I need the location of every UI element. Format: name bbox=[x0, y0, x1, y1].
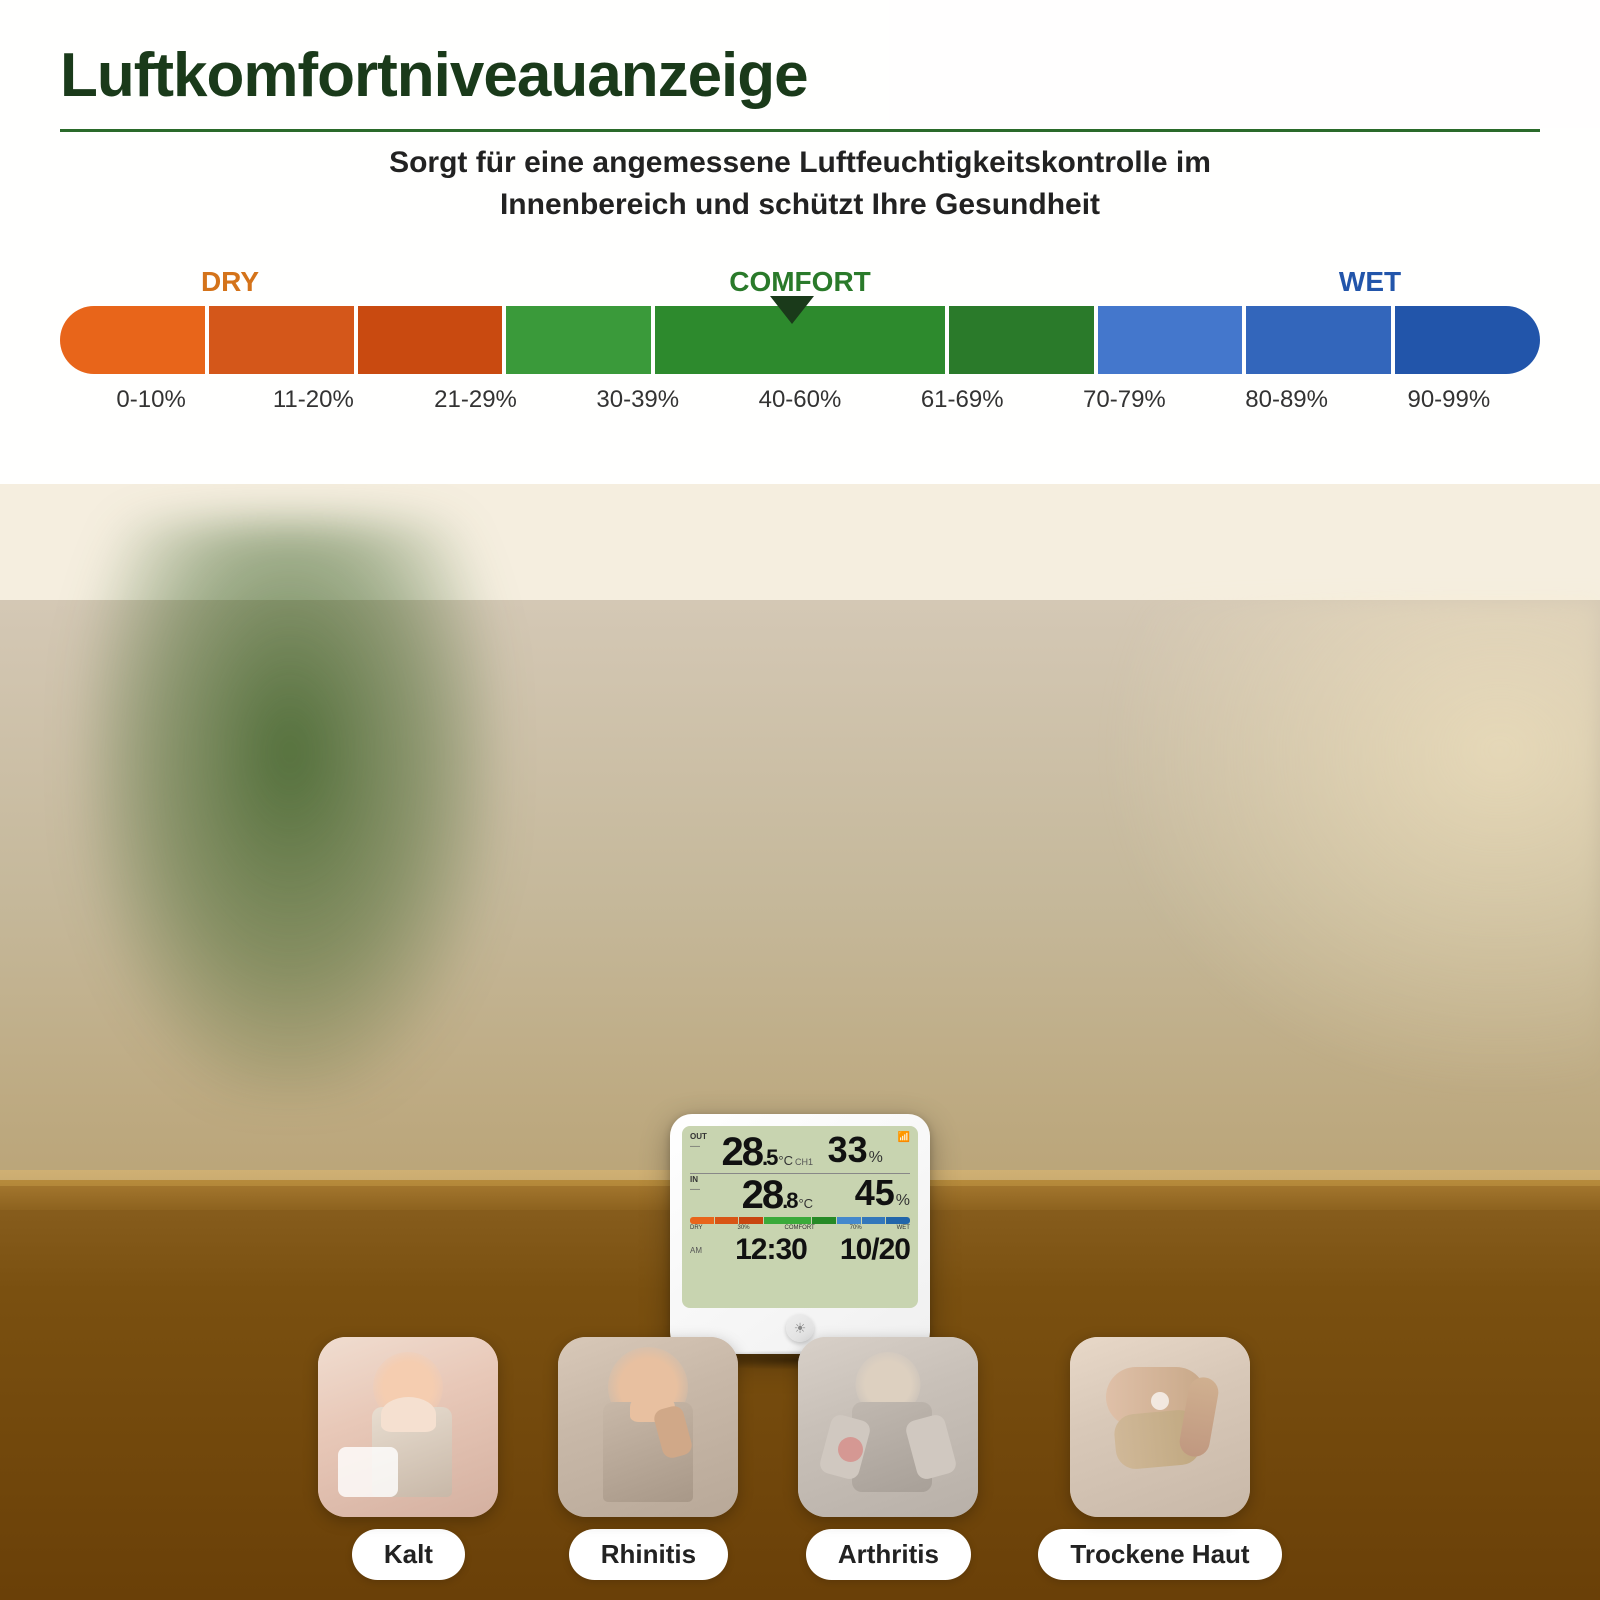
pct-90-99: 90-99% bbox=[1368, 386, 1530, 414]
bar-seg-6 bbox=[949, 306, 1094, 374]
icon-image-arthritis bbox=[798, 1337, 978, 1517]
pct-0-10: 0-10% bbox=[70, 386, 232, 414]
pct-80-89: 80-89% bbox=[1206, 386, 1368, 414]
bar-seg-1 bbox=[60, 306, 205, 374]
pct-30-39: 30-39% bbox=[557, 386, 719, 414]
bar-seg-8 bbox=[1246, 306, 1391, 374]
device-date: 10/20 bbox=[840, 1233, 910, 1267]
bar-seg-2 bbox=[209, 306, 354, 374]
out-pct: % bbox=[869, 1149, 883, 1167]
device: OUT — 28.5 °C CH1 33 % 📶 bbox=[670, 1114, 930, 1354]
ch1-label: CH1 bbox=[795, 1157, 813, 1167]
pct-11-20: 11-20% bbox=[232, 386, 394, 414]
mini-bar-labels: DRY 30% COMFORT 70% WET bbox=[690, 1225, 910, 1231]
mini-wet-label: WET bbox=[897, 1225, 910, 1231]
mini-30-label: 30% bbox=[738, 1225, 750, 1231]
icon-image-trockene-haut bbox=[1070, 1337, 1250, 1517]
icon-card-arthritis: Arthritis bbox=[798, 1337, 978, 1580]
humidity-percentages: 0-10% 11-20% 21-29% 30-39% 40-60% 61-69%… bbox=[60, 386, 1540, 414]
humidity-labels-top: DRY COMFORT WET bbox=[60, 266, 1540, 298]
pct-40-60: 40-60% bbox=[719, 386, 881, 414]
content-panel: Luftkomfortniveauanzeige Sorgt für eine … bbox=[0, 0, 1600, 484]
icon-card-trockene-haut: Trockene Haut bbox=[1038, 1337, 1281, 1580]
mini-70-label: 70% bbox=[850, 1225, 862, 1231]
device-container: OUT — 28.5 °C CH1 33 % 📶 bbox=[670, 1114, 930, 1370]
in-label: IN bbox=[690, 1175, 700, 1184]
bar-seg-3 bbox=[358, 306, 503, 374]
mini-bar-container: DRY 30% COMFORT 70% WET bbox=[690, 1217, 910, 1231]
temp-unit: °C bbox=[778, 1153, 793, 1168]
subtitle-line1: Sorgt für eine angemessene Luftfeuchtigk… bbox=[389, 146, 1211, 179]
label-comfort: COMFORT bbox=[380, 266, 1220, 298]
mini-bar-dry1 bbox=[690, 1217, 714, 1224]
label-wet: WET bbox=[1220, 266, 1520, 298]
humidity-bar-section: DRY COMFORT WET 0-10 bbox=[60, 266, 1540, 414]
subtitle: Sorgt für eine angemessene Luftfeuchtigk… bbox=[60, 142, 1540, 226]
mini-bar-dry3 bbox=[739, 1217, 763, 1224]
icon-label-trockene-haut: Trockene Haut bbox=[1038, 1529, 1281, 1580]
in-humidity: 45 bbox=[855, 1175, 895, 1211]
mini-bar-comfort2 bbox=[812, 1217, 836, 1224]
window-blur bbox=[1100, 600, 1600, 1100]
page-container: Luftkomfortniveauanzeige Sorgt für eine … bbox=[0, 0, 1600, 1600]
icon-card-rhinitis: Rhinitis bbox=[558, 1337, 738, 1580]
out-humidity: 33 bbox=[828, 1132, 868, 1168]
bar-seg-4 bbox=[506, 306, 651, 374]
subtitle-line2: Innenbereich und schützt Ihre Gesundheit bbox=[500, 188, 1100, 221]
out-label: OUT bbox=[690, 1132, 707, 1141]
mini-bar-wet1 bbox=[837, 1217, 861, 1224]
icon-image-kalt bbox=[318, 1337, 498, 1517]
mini-bar-dry2 bbox=[715, 1217, 739, 1224]
label-dry: DRY bbox=[80, 266, 380, 298]
time-date-row: AM 12:30 10/20 bbox=[690, 1233, 910, 1267]
sun-icon: ☀ bbox=[794, 1320, 807, 1337]
comfort-arrow bbox=[770, 296, 814, 324]
icon-cards-container: Kalt Rhinitis bbox=[0, 1337, 1600, 1580]
icon-label-kalt: Kalt bbox=[352, 1529, 465, 1580]
device-time: 12:30 bbox=[735, 1233, 807, 1267]
pct-61-69: 61-69% bbox=[881, 386, 1043, 414]
pct-21-29: 21-29% bbox=[394, 386, 556, 414]
mini-bar-comfort1 bbox=[764, 1217, 811, 1224]
mini-bar-wet3 bbox=[886, 1217, 910, 1224]
out-temp: 28.5 bbox=[722, 1132, 777, 1172]
am-label: AM bbox=[690, 1246, 702, 1255]
pct-70-79: 70-79% bbox=[1043, 386, 1205, 414]
humidity-bar-wrapper bbox=[60, 306, 1540, 374]
mini-comfort-label: COMFORT bbox=[784, 1225, 814, 1231]
icon-image-rhinitis bbox=[558, 1337, 738, 1517]
title-divider bbox=[60, 129, 1540, 132]
mini-dry-label: DRY bbox=[690, 1225, 703, 1231]
mini-bar-wet2 bbox=[862, 1217, 886, 1224]
plant-blur bbox=[80, 520, 500, 1100]
icon-card-kalt: Kalt bbox=[318, 1337, 498, 1580]
wifi-icon: 📶 bbox=[898, 1132, 910, 1143]
in-temp: 28.8 bbox=[742, 1175, 797, 1215]
in-temp-unit: °C bbox=[798, 1196, 813, 1211]
bar-seg-9 bbox=[1395, 306, 1540, 374]
icon-label-rhinitis: Rhinitis bbox=[569, 1529, 728, 1580]
device-screen: OUT — 28.5 °C CH1 33 % 📶 bbox=[682, 1126, 918, 1308]
main-title: Luftkomfortniveauanzeige bbox=[60, 40, 1540, 111]
mini-humidity-bar bbox=[690, 1217, 910, 1224]
icon-label-arthritis: Arthritis bbox=[806, 1529, 971, 1580]
bar-seg-7 bbox=[1098, 306, 1243, 374]
in-pct: % bbox=[896, 1192, 910, 1210]
